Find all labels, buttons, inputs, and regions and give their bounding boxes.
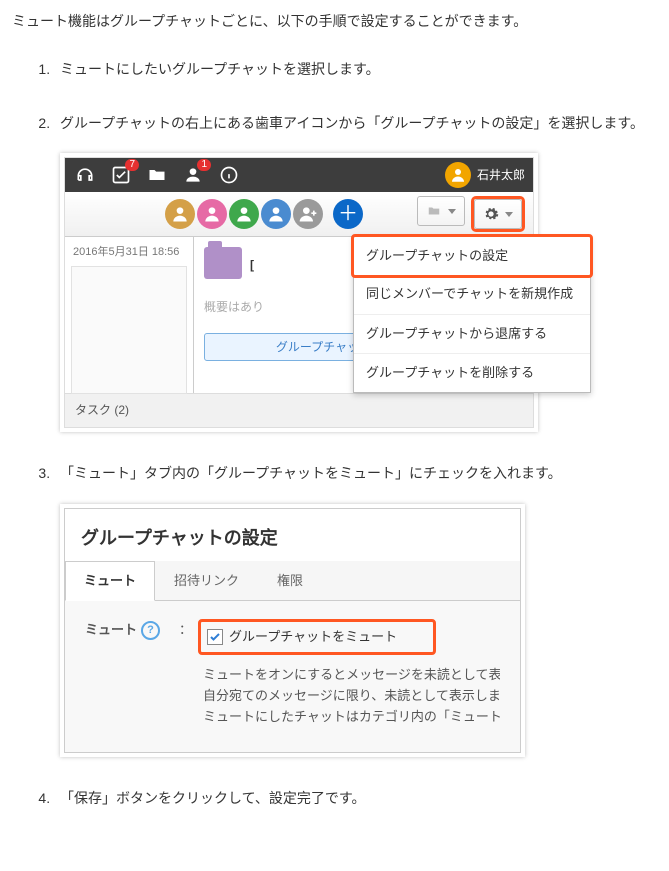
chat-folder-icon [204,247,242,279]
row-separator: ： [179,619,192,641]
avatar[interactable] [165,199,195,229]
badge-1: 1 [197,159,211,171]
info-icon[interactable] [217,163,241,187]
tasks-section[interactable]: タスク (2) [65,393,533,426]
gear-button[interactable] [474,199,522,229]
step-2: グループチャットの右上にある歯車アイコンから「グループチャットの設定」を選択しま… [54,112,657,432]
tab-permission[interactable]: 権限 [258,561,322,600]
avatar[interactable] [197,199,227,229]
dd-item-settings[interactable]: グループチャットの設定 [354,237,590,275]
person-icon[interactable]: 1 [181,163,205,187]
summary-placeholder: 概要はあり [204,297,264,317]
mute-checkbox[interactable] [207,629,223,645]
checkbox-icon[interactable]: 7 [109,163,133,187]
dd-item-newchat[interactable]: 同じメンバーでチャットを新規作成 [354,275,590,314]
checkbox-label: グループチャットをミュート [229,626,397,648]
headset-icon[interactable] [73,163,97,187]
figure-2: グループチャットの設定 ミュート 招待リンク 権限 ミュート ? ： [60,504,525,757]
dd-item-leave[interactable]: グループチャットから退席する [354,315,590,354]
desc-line: 自分宛てのメッセージに限り、未読として表示します [203,688,500,703]
chat-title: [ [250,255,254,275]
gear-button-highlight [471,196,525,232]
desc-line: ミュートをオンにするとメッセージを未読として表示 [203,667,500,682]
dropdown-highlight: グループチャットの設定 [351,234,593,278]
badge-7: 7 [125,159,139,171]
avatar[interactable] [261,199,291,229]
tab-invite-link[interactable]: 招待リンク [155,561,258,600]
member-avatars: ＋ [165,199,363,229]
help-icon[interactable]: ? [141,621,160,640]
figure-1: 7 1 [60,153,538,431]
dd-item-delete[interactable]: グループチャットを削除する [354,354,590,392]
settings-dialog: グループチャットの設定 ミュート 招待リンク 権限 ミュート ? ： [64,508,521,753]
add-person-icon[interactable] [293,199,323,229]
gear-dropdown: グループチャットの設定 同じメンバーでチャットを新規作成 グループチャットから退… [353,236,591,392]
folder-dropdown-button[interactable] [417,196,465,226]
step-3-text: 「ミュート」タブ内の「グループチャットをミュート」にチェックを入れます。 [60,465,562,481]
timestamp: 2016年5月31日 18:56 [65,237,193,262]
username: 石井太郎 [477,165,525,185]
step-3: 「ミュート」タブ内の「グループチャットをミュート」にチェックを入れます。 グルー… [54,462,657,757]
step-2-text: グループチャットの右上にある歯車アイコンから「グループチャットの設定」を選択しま… [60,115,644,131]
step-4: 「保存」ボタンをクリックして、設定完了です。 [54,787,657,811]
step-1: ミュートにしたいグループチャットを選択します。 [54,58,657,82]
desc-line: ミュートにしたチャットはカテゴリ内の「ミュート中 [203,709,500,724]
chat-list: 2016年5月31日 18:56 [65,237,194,393]
intro-text: ミュート機能はグループチャットごとに、以下の手順で設定することができます。 [12,10,657,34]
avatar[interactable] [229,199,259,229]
mute-description: ミュートをオンにするとメッセージを未読として表示 自分宛てのメッセージに限り、未… [203,665,500,727]
step-4-text: 「保存」ボタンをクリックして、設定完了です。 [60,790,365,806]
app-window: 7 1 [64,157,534,427]
chat-card[interactable] [71,266,187,394]
step-1-text: ミュートにしたいグループチャットを選択します。 [60,61,380,77]
toolbar: ＋ [65,192,533,237]
current-user[interactable]: 石井太郎 [445,162,525,188]
caret-down-icon [505,212,513,217]
folder-icon[interactable] [145,163,169,187]
tabs: ミュート 招待リンク 権限 [65,561,520,601]
caret-down-icon [448,209,456,214]
top-bar: 7 1 [65,158,533,192]
checkbox-highlight: グループチャットをミュート [198,619,436,655]
row-label: ミュート [85,619,137,641]
tab-mute[interactable]: ミュート [65,561,155,601]
dialog-title: グループチャットの設定 [65,509,520,562]
plus-button[interactable]: ＋ [333,199,363,229]
avatar-icon [445,162,471,188]
